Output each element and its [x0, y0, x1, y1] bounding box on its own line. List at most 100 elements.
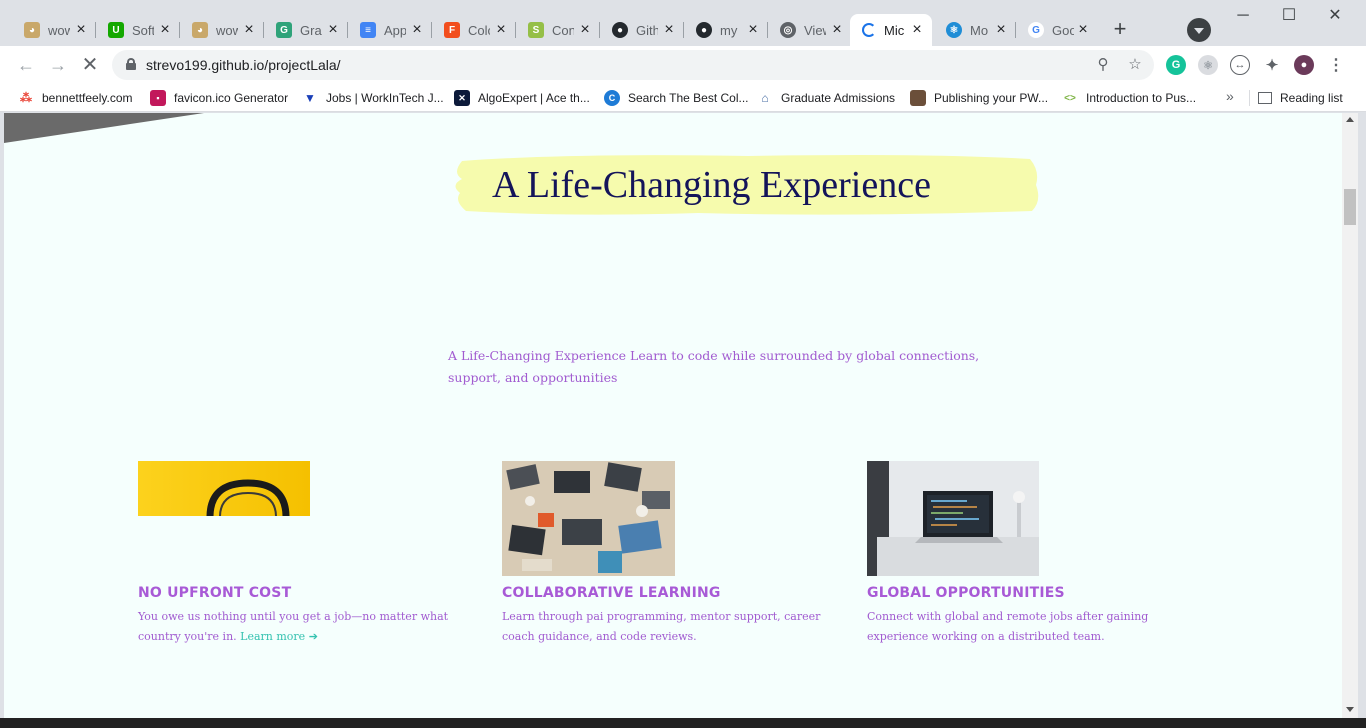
close-icon[interactable]: ×: [992, 21, 1010, 39]
bookmark-workintech[interactable]: ▼ Jobs | WorkInTech J...: [302, 88, 444, 108]
bookmark-bennettfeely[interactable]: ⁂ bennettfeely.com: [18, 88, 133, 108]
loading-spinner-icon: [862, 23, 876, 37]
tab-11[interactable]: ⚛ Mo ×: [934, 14, 1016, 46]
github-icon: ●: [696, 22, 712, 38]
url-text[interactable]: strevo199.github.io/projectLala/: [146, 57, 341, 73]
extension-icon[interactable]: ↔: [1230, 55, 1250, 75]
minimize-button[interactable]: ─: [1220, 4, 1266, 28]
arrow-left-icon: ←: [17, 55, 35, 75]
close-icon[interactable]: ×: [576, 21, 594, 39]
close-icon[interactable]: ×: [744, 21, 762, 39]
feature-title: GLOBAL OPPORTUNITIES: [867, 585, 1065, 601]
intro-text: A Life-Changing Experience Learn to code…: [448, 348, 980, 385]
star-bookmark-icon[interactable]: ☆: [1126, 56, 1144, 74]
tab-7[interactable]: ● Gith ×: [600, 14, 684, 46]
arrow-right-icon: →: [49, 55, 67, 75]
bookmark-label: Publishing your PW...: [934, 91, 1049, 105]
learn-more-link[interactable]: Learn more ➔: [240, 630, 318, 643]
stop-loading-button[interactable]: ✕: [76, 51, 104, 79]
bookmark-publishing-pwa[interactable]: Publishing your PW...: [910, 88, 1048, 108]
github-icon: ●: [612, 22, 628, 38]
close-icon[interactable]: ×: [408, 21, 426, 39]
figma-icon: F: [444, 22, 460, 38]
tab-8[interactable]: ● my ×: [684, 14, 768, 46]
bookmark-search-colleges[interactable]: C Search The Best Col...: [604, 88, 749, 108]
desktop-background: [0, 718, 1366, 728]
team-laptops-image: [502, 461, 675, 576]
tab-10-active[interactable]: Mic ×: [850, 14, 932, 46]
zoom-icon[interactable]: ⚲: [1094, 56, 1112, 74]
divider: [1249, 90, 1250, 106]
react-devtools-icon[interactable]: ⚛: [1198, 55, 1218, 75]
close-window-button[interactable]: ✕: [1312, 4, 1358, 28]
tab-title: Gra: [300, 22, 322, 38]
tab-1[interactable]: U Soft ×: [96, 14, 180, 46]
close-icon[interactable]: ×: [1074, 21, 1092, 39]
close-icon[interactable]: ×: [156, 21, 174, 39]
lock-icon: [126, 58, 136, 70]
bookmark-label: Search The Best Col...: [628, 91, 749, 105]
tab-12[interactable]: G Goo ×: [1016, 14, 1098, 46]
code-icon: <>: [1064, 92, 1076, 104]
back-button[interactable]: ←: [12, 51, 40, 79]
new-tab-button[interactable]: +: [1106, 16, 1134, 44]
tab-title: wow: [48, 22, 70, 38]
feature-description: Learn through pai programming, mentor su…: [502, 610, 821, 643]
forward-button[interactable]: →: [44, 51, 72, 79]
browser-window: ◕ wow × U Soft × ◕ wow × G Gra × ≡ App ×…: [0, 0, 1366, 728]
tab-3[interactable]: G Gra ×: [264, 14, 348, 46]
tab-title: Soft: [132, 22, 154, 38]
close-icon[interactable]: ×: [240, 21, 258, 39]
reading-list-label: Reading list: [1280, 91, 1343, 105]
scroll-down-arrow-icon[interactable]: [1346, 707, 1354, 712]
tab-6[interactable]: S Con ×: [516, 14, 600, 46]
tab-title: View: [804, 22, 826, 38]
close-icon[interactable]: ×: [828, 21, 846, 39]
tab-5[interactable]: F Colo ×: [432, 14, 516, 46]
address-bar[interactable]: strevo199.github.io/projectLala/ ⚲ ☆: [112, 50, 1154, 80]
puzzle-extensions-icon[interactable]: ✦: [1262, 55, 1282, 75]
close-icon[interactable]: ×: [72, 21, 90, 39]
google-icon: G: [1028, 22, 1044, 38]
scroll-up-arrow-icon[interactable]: [1346, 117, 1354, 122]
thumbnail-icon: [910, 90, 926, 106]
page-title: A Life-Changing Experience: [492, 164, 931, 206]
menu-kebab-icon[interactable]: ⋮: [1326, 55, 1346, 75]
heading-block: A Life-Changing Experience: [448, 151, 1040, 217]
more-bookmarks-button[interactable]: »: [1226, 88, 1234, 104]
feature-card-collaborative-learning: COLLABORATIVE LEARNING Learn through pai…: [502, 461, 842, 643]
scroll-thumb[interactable]: [1344, 189, 1356, 225]
hero-slant-decoration: [4, 113, 204, 143]
tab-4[interactable]: ≡ App ×: [348, 14, 432, 46]
tab-search-button[interactable]: [1187, 18, 1211, 42]
college-icon: C: [604, 90, 620, 106]
close-icon[interactable]: ×: [324, 21, 342, 39]
vertical-scrollbar[interactable]: [1342, 113, 1358, 718]
bookmark-label: bennettfeely.com: [42, 91, 133, 105]
feature-card-no-upfront-cost: NO UPFRONT COST You owe us nothing until…: [138, 461, 478, 643]
reading-list-icon: [1258, 92, 1272, 104]
page-viewport: A Life-Changing Experience A Life-Changi…: [4, 113, 1342, 718]
dots-icon: ⁂: [20, 91, 32, 105]
close-icon[interactable]: ×: [492, 21, 510, 39]
close-icon[interactable]: ×: [908, 21, 926, 39]
close-icon[interactable]: ×: [660, 21, 678, 39]
bookmark-favicon-generator[interactable]: ▪ favicon.ico Generator: [150, 88, 288, 108]
bookmark-algoexpert[interactable]: ✕ AlgoExpert | Ace th...: [454, 88, 590, 108]
close-icon: ✕: [81, 54, 99, 76]
bookmark-graduate-admissions[interactable]: ⌂ Graduate Admissions: [757, 88, 895, 108]
tab-title: Con: [552, 22, 574, 38]
tab-0[interactable]: ◕ wow ×: [12, 14, 96, 46]
tab-9[interactable]: ◎ View ×: [768, 14, 852, 46]
grammarly-icon[interactable]: G: [1166, 55, 1186, 75]
tab-2[interactable]: ◕ wow ×: [180, 14, 264, 46]
window-edge: [1358, 113, 1366, 718]
doge-icon: ◕: [24, 22, 40, 38]
profile-avatar[interactable]: ●: [1294, 55, 1314, 75]
reading-list-button[interactable]: Reading list: [1258, 88, 1343, 108]
bookmark-intro-push[interactable]: <> Introduction to Pus...: [1062, 88, 1196, 108]
maximize-button[interactable]: ☐: [1266, 4, 1312, 28]
globe-icon: ◎: [780, 22, 796, 38]
doge-icon: ◕: [192, 22, 208, 38]
tab-title: Colo: [468, 22, 490, 38]
